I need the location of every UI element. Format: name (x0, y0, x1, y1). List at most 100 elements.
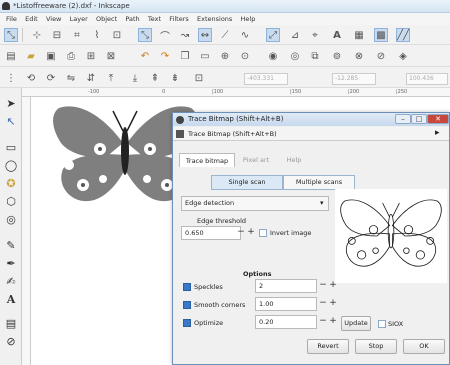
speckles-input[interactable]: 2 (255, 279, 317, 293)
speckles-checkbox[interactable] (183, 283, 191, 291)
spiral-tool-icon[interactable]: ◎ (4, 212, 18, 226)
tab-pixel-art[interactable]: Pixel art (237, 153, 275, 167)
redo-icon[interactable]: ↷ (158, 49, 172, 63)
detection-mode-select[interactable]: Edge detection ▾ (181, 196, 329, 211)
rotate-cw-icon[interactable]: ⟳ (44, 71, 58, 85)
node-tool-icon[interactable]: ↖ (4, 114, 18, 128)
stop-button[interactable]: Stop (355, 339, 397, 354)
node-cusp-icon[interactable]: ⤡ (138, 28, 152, 42)
edge-threshold-decrement[interactable]: − (237, 226, 245, 240)
multiple-scans-button[interactable]: Multiple scans (283, 175, 355, 190)
tab-help[interactable]: Help (277, 153, 311, 167)
segment-line-icon[interactable]: ⟋ (218, 28, 232, 42)
optimize-input[interactable]: 0.20 (255, 315, 317, 329)
optimize-increment[interactable]: + (329, 315, 337, 329)
rotate-ccw-icon[interactable]: ⟲ (24, 71, 38, 85)
node-smooth-icon[interactable]: ⌒ (158, 28, 172, 43)
invert-image-checkbox[interactable] (259, 229, 267, 237)
optimize-decrement[interactable]: − (319, 315, 327, 329)
revert-button[interactable]: Revert (307, 339, 349, 354)
menu-extensions[interactable]: Extensions (197, 15, 232, 23)
raise-top-icon[interactable]: ⇞ (148, 71, 162, 85)
undo-icon[interactable]: ↶ (138, 49, 152, 63)
node-auto-icon[interactable]: ↭ (198, 28, 212, 42)
maximize-button[interactable]: □ (411, 114, 427, 124)
menu-layer[interactable]: Layer (70, 15, 88, 23)
single-scan-button[interactable]: Single scan (211, 175, 283, 190)
y-coordinate-field[interactable]: -12.285 (332, 73, 376, 85)
width-field[interactable]: 100.436 (406, 73, 448, 85)
pen-tool-icon[interactable]: ✒ (4, 256, 18, 270)
new-document-icon[interactable]: ▤ (4, 49, 18, 63)
flip-v-icon[interactable]: ⇵ (84, 71, 98, 85)
siox-checkbox[interactable] (378, 320, 386, 328)
star-tool-icon[interactable]: ✪ (4, 176, 18, 190)
node-delete-icon[interactable]: ⊟ (50, 28, 64, 42)
zoom-width-icon[interactable]: ◎ (288, 49, 302, 63)
lower-bottom-icon[interactable]: ⇟ (168, 71, 182, 85)
smooth-corners-increment[interactable]: + (329, 297, 337, 311)
pencil-tool-icon[interactable]: ✎ (4, 238, 18, 252)
3d-box-tool-icon[interactable]: ⬡ (4, 194, 18, 208)
node-break-icon[interactable]: ⌇ (90, 28, 104, 42)
ok-button[interactable]: OK (403, 339, 445, 354)
minimize-button[interactable]: – (395, 114, 411, 124)
smooth-corners-decrement[interactable]: − (319, 297, 327, 311)
grid-icon[interactable]: ▦ (352, 28, 366, 42)
print-icon[interactable]: ⎙ (64, 49, 78, 63)
clone-icon[interactable]: ⊚ (330, 49, 344, 63)
edge-threshold-input[interactable]: 0.650 (181, 226, 241, 240)
text-tool-icon[interactable]: A (330, 28, 344, 42)
menu-help[interactable]: Help (241, 15, 256, 23)
zoom-selection-icon[interactable]: ⊕ (218, 49, 232, 63)
paste-icon[interactable]: ▭ (198, 49, 212, 63)
menu-edit[interactable]: Edit (25, 15, 38, 23)
flip-h-icon[interactable]: ⇋ (64, 71, 78, 85)
fill-stroke-icon[interactable]: ◈ (396, 49, 410, 63)
tab-trace-bitmap[interactable]: Trace bitmap (179, 153, 235, 167)
show-handles-icon[interactable]: ⤢ (266, 28, 280, 42)
snap-bbox-icon[interactable]: ⊡ (192, 71, 206, 85)
gradient-tool-icon[interactable]: ▤ (4, 316, 18, 330)
menu-view[interactable]: View (46, 15, 61, 23)
menu-file[interactable]: File (6, 15, 17, 23)
speckles-decrement[interactable]: − (319, 279, 327, 293)
dialog-menu-icon[interactable]: ▸ (435, 128, 440, 138)
selector-tool-icon[interactable]: ➤ (4, 96, 18, 110)
close-button[interactable]: ✕ (427, 114, 449, 124)
align-icon[interactable]: ⋮ (4, 71, 18, 85)
zoom-page-icon[interactable]: ◉ (266, 49, 280, 63)
segment-curve-icon[interactable]: ∿ (238, 28, 252, 42)
update-button[interactable]: Update (341, 316, 371, 331)
dropper-tool-icon[interactable]: ⊘ (4, 334, 18, 348)
save-icon[interactable]: ▣ (44, 49, 58, 63)
snap-grid-icon[interactable]: ▩ (374, 28, 388, 42)
copy-icon[interactable]: ❐ (178, 49, 192, 63)
node-join-icon[interactable]: ⌗ (70, 28, 84, 42)
menu-object[interactable]: Object (96, 15, 117, 23)
menu-path[interactable]: Path (125, 15, 139, 23)
export-icon[interactable]: ⊠ (104, 49, 118, 63)
text-tool-icon[interactable]: A (4, 292, 18, 306)
open-folder-icon[interactable]: ▰ (24, 49, 38, 63)
menu-text[interactable]: Text (148, 15, 161, 23)
edge-threshold-increment[interactable]: + (247, 226, 255, 240)
import-icon[interactable]: ⊞ (84, 49, 98, 63)
stroke-to-path-icon[interactable]: ⌖ (308, 28, 322, 42)
snap-guide-icon[interactable]: ╱╱ (396, 28, 410, 42)
group-icon[interactable]: ⊗ (352, 49, 366, 63)
menu-filters[interactable]: Filters (169, 15, 188, 23)
optimize-checkbox[interactable] (183, 319, 191, 327)
duplicate-icon[interactable]: ⧉ (308, 49, 322, 63)
segment-join-icon[interactable]: ⊡ (110, 28, 124, 42)
calligraphy-tool-icon[interactable]: ✍ (4, 274, 18, 288)
smooth-corners-input[interactable]: 1.00 (255, 297, 317, 311)
zoom-drawing-icon[interactable]: ⊙ (238, 49, 252, 63)
lower-icon[interactable]: ⤓ (128, 71, 142, 85)
node-add-icon[interactable]: ⊹ (30, 28, 44, 42)
node-symmetric-icon[interactable]: ↝ (178, 28, 192, 42)
x-coordinate-field[interactable]: -403.331 (244, 73, 288, 85)
node-edit-icon[interactable]: ⤡ (4, 28, 18, 42)
rect-tool-icon[interactable]: ▭ (4, 140, 18, 154)
smooth-corners-checkbox[interactable] (183, 301, 191, 309)
